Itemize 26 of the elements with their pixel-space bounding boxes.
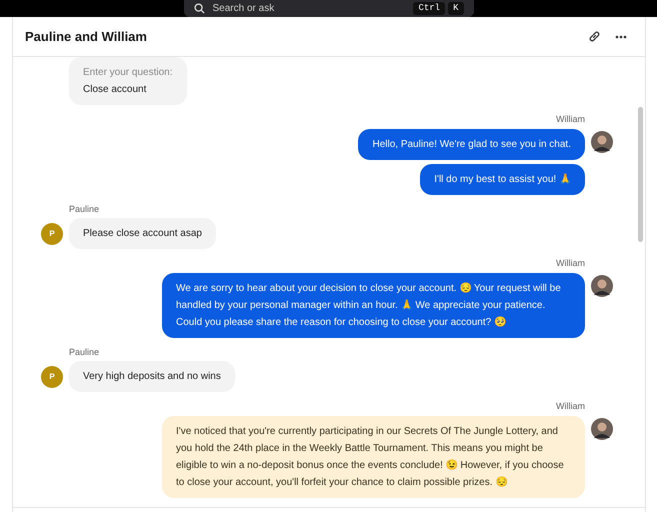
shortcut-key: K bbox=[448, 2, 464, 15]
message-bubble: Please close account asap bbox=[69, 218, 216, 249]
author-name: Pauline bbox=[69, 202, 100, 216]
avatar: P bbox=[41, 223, 63, 245]
chat-title: Pauline and William bbox=[25, 28, 147, 46]
message-bubble: Hello, Pauline! We're glad to see you in chat. bbox=[358, 128, 585, 160]
shortcut-key: Ctrl bbox=[413, 2, 446, 15]
message-bubble: I'll do my best to assist you! 🙏 bbox=[420, 164, 585, 194]
avatar: P bbox=[41, 366, 63, 388]
search-bar[interactable]: Search or ask Ctrl K bbox=[184, 0, 474, 17]
avatar-icon bbox=[591, 418, 613, 440]
avatar-icon bbox=[591, 130, 613, 152]
scrollbar[interactable] bbox=[638, 107, 642, 242]
avatar-icon bbox=[591, 274, 613, 296]
message-bubble: Very high deposits and no wins bbox=[69, 361, 235, 392]
author-name: William bbox=[556, 113, 585, 126]
author-name: Pauline bbox=[69, 346, 100, 358]
search-icon bbox=[194, 3, 204, 14]
search-field[interactable]: Search or ask bbox=[212, 1, 406, 16]
message-bubble: Enter your question: Close account bbox=[69, 57, 186, 105]
link-icon[interactable] bbox=[588, 30, 601, 43]
message-bubble: We are sorry to hear about your decision to close your account. 😔 Your request will be handled by your personal manager within an hour. 🙏 We appreciate your patience. Could you please share the reason for choosing to close your account? 🥺 bbox=[162, 272, 585, 338]
more-icon[interactable] bbox=[615, 34, 627, 38]
author-name: William bbox=[556, 400, 585, 413]
message-bubble: I've noticed that you're currently participating in our Secrets Of The Jungle Lottery, and you hold the 24th place in the Weekly Battle Tournament. This means you might be eligible to win a no-deposit bonus once the events conclude! 😉 However, if you choose to close your account, you'll forfeit your chance to claim possible prizes. 😔 bbox=[162, 416, 585, 498]
author-name: William bbox=[556, 257, 585, 270]
